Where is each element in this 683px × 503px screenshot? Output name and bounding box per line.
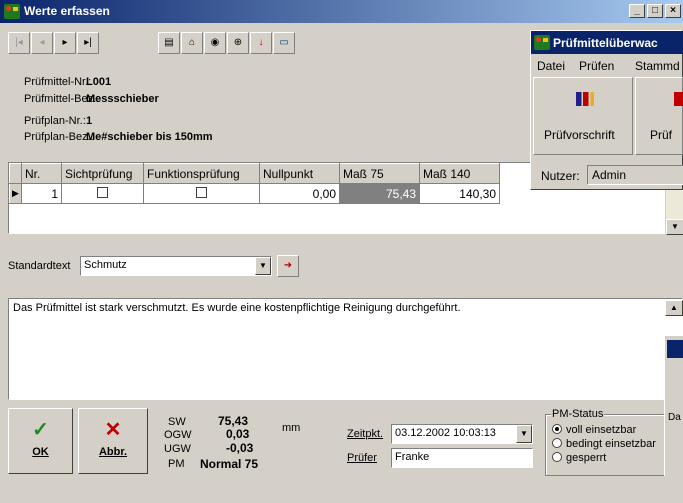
pruefer-value: Franke [395,451,430,463]
last-record-icon[interactable]: ▸| [77,32,99,54]
cell-sichtpruefung[interactable] [61,183,144,204]
sw-label: SW [168,416,186,428]
col-header-nullpunkt[interactable]: Nullpunkt [259,163,340,184]
app-icon [4,4,20,19]
zeitpkt-label: Zeitpkt. [347,428,384,440]
cancel-button[interactable]: ✕ Abbr. [78,408,148,474]
pm-bez-value: Messschieber [86,93,159,105]
sw-unit: mm [282,422,301,434]
ogw-value: 0,03 [226,427,250,441]
row-indicator-icon: ▶ [9,183,22,204]
radio-voll-einsetzbar[interactable]: voll einsetzbar [552,424,636,436]
col-header-mass75[interactable]: Maß 75 [339,163,420,184]
prev-record-icon[interactable]: ◂ [31,32,53,54]
radio-gesperrt[interactable]: gesperrt [552,452,606,464]
close-button[interactable]: × [665,4,681,18]
pruefvorschrift-button[interactable]: Prüfvorschrift [533,77,633,155]
pm-value: Normal 75 [200,457,259,471]
document-icon[interactable]: ▤ [158,32,180,54]
user-label: Nutzer: [541,169,580,183]
col-header-sichtpruefung[interactable]: Sichtprüfung [61,163,144,184]
folder-icon[interactable]: ⌂ [181,32,203,54]
radio-bedingt-einsetzbar[interactable]: bedingt einsetzbar [552,438,656,450]
ogw-label: OGW [164,429,192,441]
scroll-down-icon[interactable]: ▼ [666,219,683,235]
insert-text-icon[interactable]: ➜ [277,255,299,277]
zeitpkt-value: 03.12.2002 10:03:13 [395,427,496,439]
close-icon: ✕ [104,419,122,441]
pm-nr-label: Prüfmittel-Nr.: [24,76,92,88]
partial-text: Da [668,412,681,423]
zoom-icon[interactable]: ⊕ [227,32,249,54]
pm-label: PM [168,458,185,470]
user-field: Admin [587,165,683,185]
sichtpruefung-checkbox[interactable] [97,186,108,198]
chevron-down-icon[interactable]: ▼ [516,425,532,443]
col-header-funktionspruefung[interactable]: Funktionsprüfung [143,163,260,184]
pm-nr-value: L001 [86,76,112,88]
pp-nr-label: Prüfplan-Nr.: [24,115,86,127]
pp-bez-label: Prüfplan-Bez.: [24,131,94,143]
cell-nullpunkt[interactable]: 0,00 [259,183,340,204]
pruefen-button[interactable]: Prüf [635,77,683,155]
chevron-down-icon[interactable]: ▼ [255,257,271,275]
grid-scrollbar[interactable]: ▼ [665,190,683,235]
table-row[interactable]: ▶ 1 0,00 75,43 140,30 [9,183,500,204]
memo-textarea[interactable]: Das Prüfmittel ist stark verschmutzt. Es… [8,298,683,400]
window-title: Werte erfassen [24,4,110,18]
camera-icon[interactable]: ◉ [204,32,226,54]
standardtext-label: Standardtext [8,260,71,272]
standardtext-value: Schmutz [84,259,127,271]
col-header-nr[interactable]: Nr. [21,163,62,184]
print-icon [674,92,683,106]
radio-circle-icon [552,452,562,462]
ugw-label: UGW [164,443,191,455]
pp-bez-value: Me#schieber bis 150mm [86,131,213,143]
cell-funktionspruefung[interactable] [143,183,260,204]
werte-erfassen-window: Werte erfassen _ □ × |◂ ◂ ▸ ▸| ▤ ⌂ ◉ ⊕ ↓… [0,0,683,503]
background-window-fragment: Da [664,336,683,476]
zeitpkt-field[interactable]: 03.12.2002 10:03:13 ▼ [391,424,533,444]
overlay-title-bar[interactable]: Prüfmittelüberwac [531,31,683,54]
arrow-down-icon[interactable]: ↓ [250,32,272,54]
pp-nr-value: 1 [86,115,93,127]
pruefmittel-window: Prüfmittelüberwac Datei Prüfen Stammd Pr… [530,30,683,190]
radio-circle-icon [552,438,562,448]
menu-datei[interactable]: Datei [537,59,565,73]
ok-button[interactable]: ✓ OK [8,408,73,474]
app-icon [667,340,683,358]
sw-value: 75,43 [218,414,249,428]
cell-nr[interactable]: 1 [21,183,62,204]
pruefer-label: Prüfer [347,452,377,464]
title-bar[interactable]: Werte erfassen _ □ × [0,0,683,23]
bar-chart-icon [576,92,594,106]
cell-mass140[interactable]: 140,30 [419,183,500,204]
standardtext-combo[interactable]: Schmutz ▼ [80,256,272,276]
row-indicator-header [9,163,22,184]
app-icon [534,35,550,50]
menu-stammdaten[interactable]: Stammd [635,59,680,73]
scroll-up-icon[interactable]: ▲ [665,300,683,316]
minimize-button[interactable]: _ [629,4,645,18]
next-record-icon[interactable]: ▸ [54,32,76,54]
radio-circle-icon [552,424,562,434]
pm-status-label: PM-Status [551,408,605,420]
pruefer-field[interactable]: Franke [391,448,533,468]
first-record-icon[interactable]: |◂ [8,32,30,54]
ugw-value: -0,03 [226,441,254,455]
menu-pruefen[interactable]: Prüfen [579,59,614,73]
maximize-button[interactable]: □ [647,4,663,18]
cell-mass75[interactable]: 75,43 [339,183,420,204]
col-header-mass140[interactable]: Maß 140 [419,163,500,184]
keyboard-icon[interactable]: ▭ [273,32,295,54]
overlay-title: Prüfmittelüberwac [553,36,658,50]
funktionspruefung-checkbox[interactable] [196,186,207,198]
check-icon: ✓ [32,419,49,441]
